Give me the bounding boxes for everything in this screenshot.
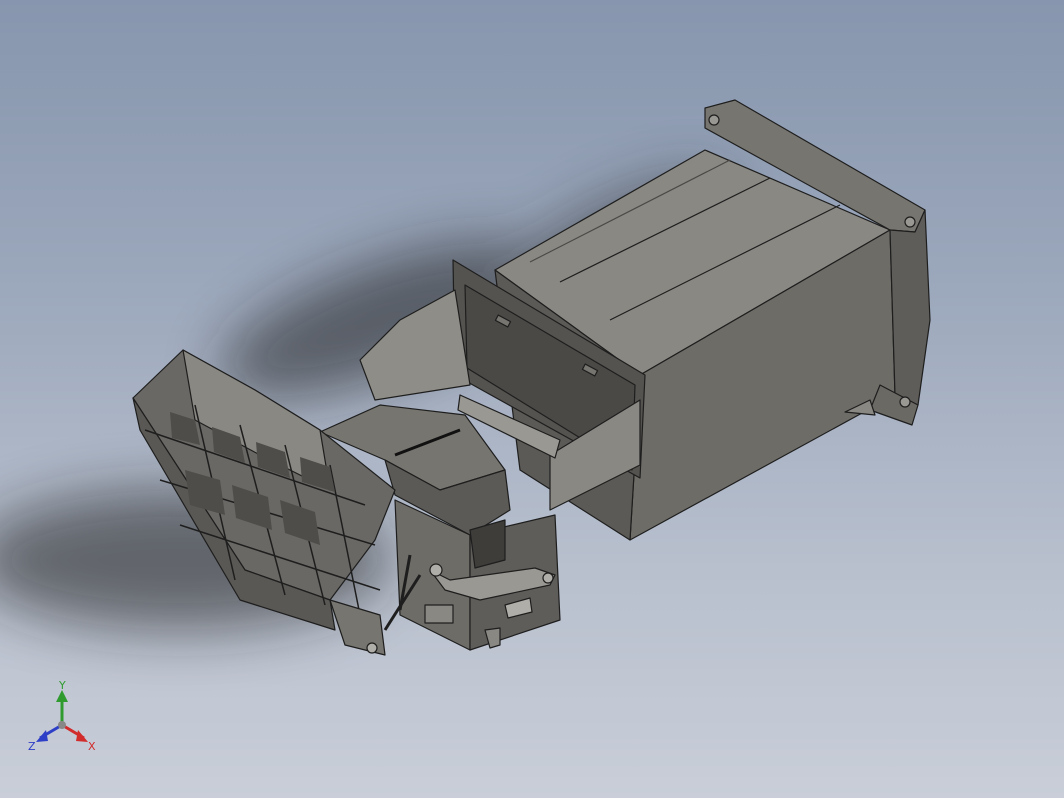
orientation-triad[interactable]: Y X Z [22, 680, 112, 760]
graphics-viewport[interactable]: Y X Z [0, 0, 1064, 798]
triad-y-axis: Y [56, 680, 68, 725]
triad-x-label: X [88, 740, 96, 753]
triad-y-label: Y [58, 680, 66, 692]
triad-x-axis: X [61, 723, 96, 753]
triad-origin [58, 721, 66, 729]
compactor-3d-model[interactable] [0, 0, 1064, 798]
triad-z-axis: Z [28, 723, 63, 753]
triad-z-label: Z [28, 740, 36, 753]
